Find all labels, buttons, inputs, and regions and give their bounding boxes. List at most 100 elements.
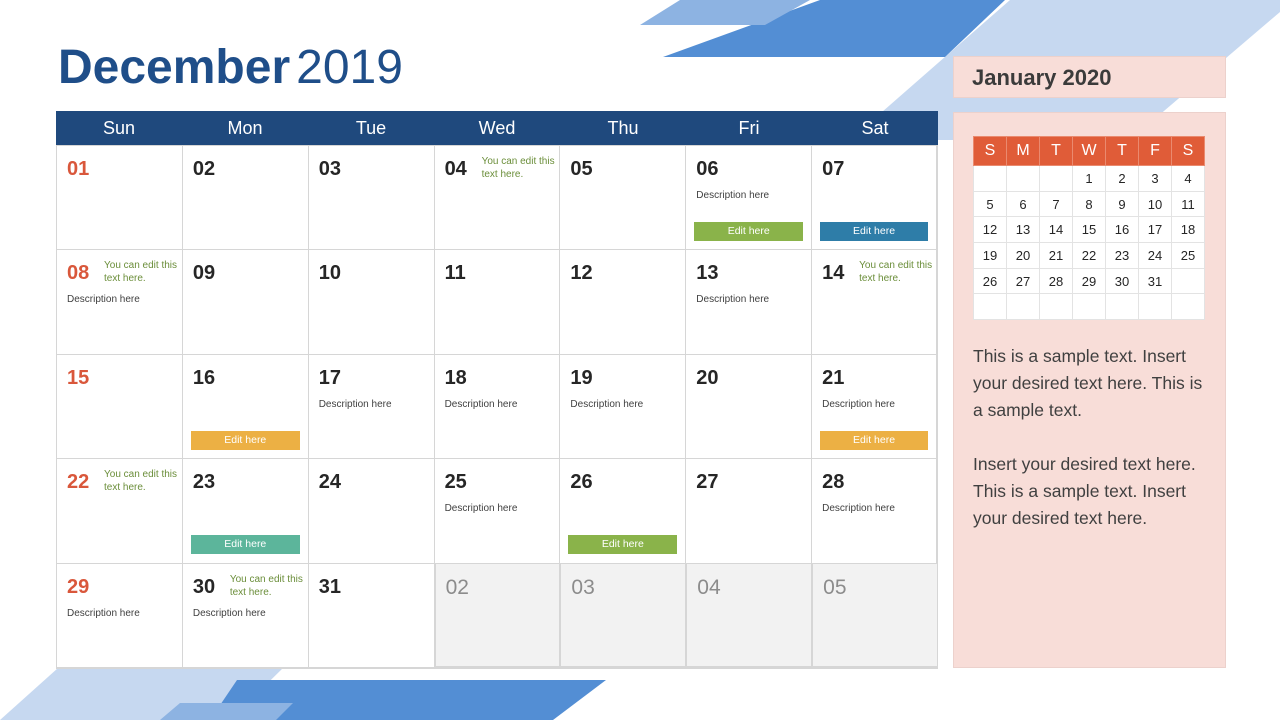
mini-day[interactable]: 25 (1171, 242, 1205, 269)
day-cell-next-month[interactable]: 04 (686, 562, 813, 667)
mini-day[interactable]: 9 (1105, 190, 1139, 218)
mini-day[interactable]: 4 (1171, 165, 1205, 192)
mini-day[interactable]: 24 (1138, 242, 1172, 269)
day-note[interactable]: You can edit this text here. (104, 259, 180, 285)
mini-day[interactable]: 20 (1006, 242, 1040, 269)
day-note[interactable]: You can edit this text here. (230, 573, 306, 599)
day-cell[interactable]: 30 You can edit this text here. Descriptio… (182, 562, 309, 667)
mini-day[interactable]: 3 (1138, 165, 1172, 192)
mini-calendar-header: SMTWTFS (973, 136, 1205, 166)
day-cell-next-month[interactable]: 02 (434, 562, 561, 667)
mini-day[interactable]: 14 (1039, 216, 1073, 244)
day-cell[interactable]: 21 Description here Edit here (812, 353, 938, 459)
day-number: 10 (318, 262, 341, 285)
weekday-header: Sun Mon Tue Wed Thu Fri Sat (56, 111, 938, 145)
day-cell[interactable]: 23 Edit here (182, 458, 309, 563)
day-description[interactable]: Description here (319, 399, 392, 410)
day-description[interactable]: Description here (696, 190, 769, 201)
mini-weekday: T (1039, 136, 1073, 166)
mini-day[interactable]: 15 (1072, 216, 1106, 244)
deco-band-pale-top (640, 0, 810, 25)
mini-day[interactable]: 12 (973, 216, 1007, 244)
mini-day[interactable]: 29 (1072, 267, 1106, 295)
mini-day[interactable]: 22 (1072, 242, 1106, 269)
day-cell[interactable]: 01 (57, 145, 183, 250)
day-number: 25 (444, 471, 467, 494)
day-note[interactable]: You can edit this text here. (104, 468, 180, 494)
edit-here-button[interactable]: Edit here (820, 222, 928, 241)
day-description[interactable]: Description here (445, 399, 518, 410)
day-description[interactable]: Description here (193, 608, 266, 619)
mini-week-row: 1234 (973, 165, 1205, 192)
day-cell[interactable]: 25 Description here (434, 458, 561, 563)
day-cell[interactable]: 06 Description here Edit here (686, 145, 813, 250)
day-cell[interactable]: 13 Description here (686, 249, 813, 354)
mini-day[interactable]: 11 (1171, 190, 1205, 218)
day-cell[interactable]: 31 (308, 562, 435, 667)
day-number: 17 (318, 366, 341, 389)
day-note[interactable]: You can edit this text here. (859, 259, 935, 285)
day-cell[interactable]: 11 (434, 249, 561, 354)
mini-day[interactable]: 18 (1171, 216, 1205, 244)
day-cell[interactable]: 14 You can edit this text here. (812, 249, 938, 354)
day-cell[interactable]: 19 Description here (560, 353, 687, 459)
mini-day[interactable]: 16 (1105, 216, 1139, 244)
day-cell-next-month[interactable]: 03 (560, 562, 687, 667)
edit-here-button[interactable]: Edit here (190, 430, 300, 450)
day-cell-next-month[interactable]: 05 (812, 562, 938, 667)
day-description[interactable]: Description here (445, 503, 518, 514)
day-note[interactable]: You can edit this text here. (482, 155, 558, 181)
day-description[interactable]: Description here (67, 608, 140, 619)
mini-day[interactable]: 5 (973, 190, 1007, 218)
day-cell[interactable]: 07 Edit here (812, 145, 938, 250)
day-cell[interactable]: 09 (182, 249, 309, 354)
mini-day[interactable]: 13 (1006, 216, 1040, 244)
edit-here-button[interactable]: Edit here (190, 535, 300, 555)
mini-day[interactable]: 6 (1006, 190, 1040, 218)
mini-day[interactable]: 21 (1039, 242, 1073, 269)
day-cell[interactable]: 03 (308, 145, 435, 250)
day-number: 20 (696, 366, 719, 389)
day-cell[interactable]: 27 (686, 458, 813, 563)
mini-day[interactable]: 23 (1105, 242, 1139, 269)
day-cell[interactable]: 02 (182, 145, 309, 250)
day-description[interactable]: Description here (822, 503, 895, 514)
day-cell[interactable]: 05 (560, 145, 687, 250)
day-cell[interactable]: 20 (686, 353, 813, 459)
mini-day[interactable]: 30 (1105, 267, 1139, 295)
mini-day[interactable]: 19 (973, 242, 1007, 269)
mini-day[interactable]: 10 (1138, 190, 1172, 218)
mini-day[interactable]: 1 (1072, 165, 1106, 192)
mini-day[interactable]: 17 (1138, 216, 1172, 244)
mini-day[interactable]: 7 (1039, 190, 1073, 218)
edit-here-button[interactable]: Edit here (820, 430, 928, 450)
day-description[interactable]: Description here (570, 399, 643, 410)
day-cell[interactable]: 08 You can edit this text here. Descriptio… (57, 249, 183, 354)
day-cell[interactable]: 24 (308, 458, 435, 563)
day-cell[interactable]: 26 Edit here (560, 458, 687, 563)
day-cell[interactable]: 15 (57, 353, 183, 459)
day-description[interactable]: Description here (67, 294, 140, 305)
day-cell[interactable]: 18 Description here (434, 353, 561, 459)
day-cell[interactable]: 16 Edit here (182, 353, 309, 459)
mini-day[interactable]: 2 (1105, 165, 1139, 192)
day-cell[interactable]: 17 Description here (308, 353, 435, 459)
mini-day[interactable]: 8 (1072, 190, 1106, 218)
edit-here-button[interactable]: Edit here (568, 535, 678, 555)
deco-band-mid-top (663, 0, 1005, 57)
day-description[interactable]: Description here (696, 294, 769, 305)
day-description[interactable]: Description here (822, 399, 895, 410)
mini-day (973, 165, 1007, 192)
edit-here-button[interactable]: Edit here (694, 222, 804, 241)
mini-day[interactable]: 27 (1006, 267, 1040, 295)
mini-day[interactable]: 31 (1138, 267, 1172, 295)
day-cell[interactable]: 29 Description here (57, 562, 183, 667)
mini-day[interactable]: 26 (973, 267, 1007, 295)
day-cell[interactable]: 04 You can edit this text here. (434, 145, 561, 250)
day-cell[interactable]: 28 Description here (812, 458, 938, 563)
day-cell[interactable]: 22 You can edit this text here. (57, 458, 183, 563)
day-cell[interactable]: 12 (560, 249, 687, 354)
day-cell[interactable]: 10 (308, 249, 435, 354)
mini-day[interactable]: 28 (1039, 267, 1073, 295)
weekday-tue: Tue (355, 118, 387, 138)
